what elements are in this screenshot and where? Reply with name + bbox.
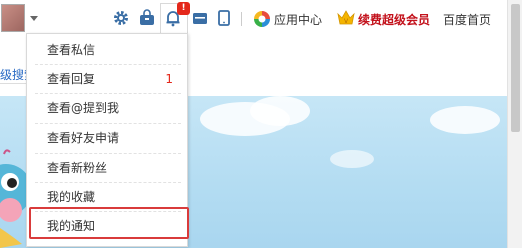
menu-item-label: 我的收藏: [47, 190, 96, 204]
app-center-icon[interactable]: [253, 10, 271, 28]
cloud-decoration: [330, 150, 374, 168]
bag-icon[interactable]: [138, 9, 156, 27]
divider: [35, 153, 181, 154]
reply-count: 1: [165, 72, 173, 86]
notification-badge: !: [177, 2, 190, 15]
divider: [35, 93, 181, 94]
menu-item-new-fans[interactable]: 查看新粉丝: [35, 156, 181, 180]
avatar[interactable]: [1, 4, 25, 32]
separator: [241, 12, 242, 26]
divider: [35, 123, 181, 124]
menu-item-label: 查看私信: [47, 43, 96, 57]
app-center-link[interactable]: 应用中心: [274, 11, 322, 28]
menu-item-mentions[interactable]: 查看@提到我: [35, 96, 181, 120]
settings-icon[interactable]: [112, 9, 130, 27]
cloud-decoration: [430, 106, 500, 134]
menu-item-favorites[interactable]: 我的收藏: [35, 185, 181, 209]
chevron-down-icon[interactable]: [30, 16, 38, 21]
scrollbar-thumb[interactable]: [511, 4, 520, 132]
divider: [35, 64, 181, 65]
vip-crown-icon[interactable]: V: [336, 8, 356, 28]
scrollbar[interactable]: [507, 0, 522, 248]
highlight-box: [29, 207, 189, 239]
menu-item-friend-requests[interactable]: 查看好友申请: [35, 126, 181, 150]
divider: [0, 83, 28, 84]
divider: [35, 182, 181, 183]
menu-item-label: 查看@提到我: [47, 101, 120, 115]
menu-item-replies[interactable]: 查看回复 1: [35, 67, 181, 91]
baidu-home-link[interactable]: 百度首页: [443, 11, 491, 28]
menu-item-label: 查看新粉丝: [47, 161, 108, 175]
menu-item-label: 查看回复: [47, 72, 96, 86]
menu-item-private-messages[interactable]: 查看私信: [35, 38, 181, 62]
renew-vip-link[interactable]: 续费超级会员: [358, 11, 430, 28]
store-icon[interactable]: [191, 9, 209, 27]
cloud-decoration: [250, 96, 310, 126]
tablet-icon[interactable]: [215, 9, 233, 27]
menu-item-label: 查看好友申请: [47, 131, 120, 145]
